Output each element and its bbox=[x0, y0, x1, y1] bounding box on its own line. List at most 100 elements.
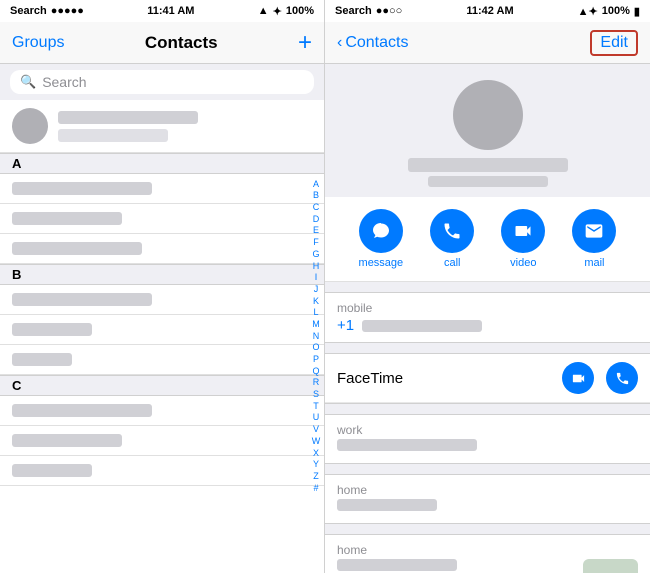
alpha-g[interactable]: G bbox=[310, 249, 322, 261]
alpha-c[interactable]: C bbox=[310, 202, 322, 214]
chevron-left-icon: ‹ bbox=[337, 34, 342, 52]
call-action[interactable]: call bbox=[430, 209, 474, 269]
home-email-row[interactable]: home bbox=[325, 475, 650, 523]
list-item[interactable] bbox=[0, 204, 324, 234]
alpha-hash[interactable]: # bbox=[310, 483, 322, 495]
video-icon bbox=[513, 221, 533, 241]
alpha-t[interactable]: T bbox=[310, 401, 322, 413]
mobile-value-row: +1 bbox=[337, 317, 638, 334]
mobile-row[interactable]: mobile +1 bbox=[325, 293, 650, 342]
list-item[interactable] bbox=[0, 426, 324, 456]
mail-icon-circle bbox=[572, 209, 616, 253]
alphabet-index[interactable]: A B C D E F G H I J K L M N O P Q R S T … bbox=[310, 100, 322, 573]
alpha-d[interactable]: D bbox=[310, 214, 322, 226]
contacts-list[interactable]: A B bbox=[0, 100, 324, 573]
work-value-blurred bbox=[337, 439, 477, 451]
alpha-a[interactable]: A bbox=[310, 179, 322, 191]
add-contact-button[interactable]: + bbox=[298, 31, 312, 55]
back-label: Contacts bbox=[345, 34, 408, 52]
video-icon-circle bbox=[501, 209, 545, 253]
contact-name-bar bbox=[12, 434, 122, 447]
search-input-wrap[interactable]: 🔍 Search bbox=[10, 70, 314, 94]
list-item[interactable] bbox=[0, 234, 324, 264]
list-item[interactable] bbox=[0, 456, 324, 486]
list-item[interactable] bbox=[0, 174, 324, 204]
contact-info bbox=[12, 182, 312, 195]
call-label: call bbox=[444, 257, 461, 269]
alpha-h[interactable]: H bbox=[310, 261, 322, 273]
alpha-j[interactable]: J bbox=[310, 284, 322, 296]
work-row[interactable]: work bbox=[325, 415, 650, 463]
home-address-info bbox=[337, 559, 573, 573]
alpha-x[interactable]: X bbox=[310, 448, 322, 460]
facetime-phone-button[interactable] bbox=[606, 362, 638, 394]
mail-icon bbox=[584, 221, 604, 241]
alpha-q[interactable]: Q bbox=[310, 366, 322, 378]
alpha-u[interactable]: U bbox=[310, 412, 322, 424]
work-section: work bbox=[325, 414, 650, 464]
groups-button[interactable]: Groups bbox=[12, 34, 64, 52]
alpha-n[interactable]: N bbox=[310, 331, 322, 343]
contact-info bbox=[12, 323, 312, 336]
mail-action[interactable]: mail bbox=[572, 209, 616, 269]
map-thumbnail[interactable] bbox=[583, 559, 638, 573]
facetime-label: FaceTime bbox=[337, 370, 403, 387]
back-button[interactable]: ‹ Contacts bbox=[337, 34, 408, 52]
signal-dots: ●●●●● bbox=[51, 5, 84, 17]
contact-info bbox=[12, 404, 312, 417]
home-email-label: home bbox=[337, 483, 638, 497]
mobile-value: +1 bbox=[337, 317, 354, 334]
search-placeholder: Search bbox=[42, 74, 86, 90]
contact-name-bar bbox=[12, 464, 92, 477]
alpha-l[interactable]: L bbox=[310, 307, 322, 319]
contact-name-bar bbox=[58, 111, 198, 124]
battery-label: 100% bbox=[286, 5, 314, 17]
list-item[interactable] bbox=[0, 100, 324, 153]
alpha-o[interactable]: O bbox=[310, 342, 322, 354]
list-item[interactable] bbox=[0, 285, 324, 315]
contact-sub-bar bbox=[58, 129, 168, 142]
edit-button[interactable]: Edit bbox=[590, 30, 638, 56]
contact-name-bar bbox=[12, 242, 142, 255]
home-address-label: home bbox=[337, 543, 638, 557]
contacts-nav-bar: Groups Contacts + bbox=[0, 22, 324, 64]
alpha-z[interactable]: Z bbox=[310, 471, 322, 483]
alpha-p[interactable]: P bbox=[310, 354, 322, 366]
alpha-y[interactable]: Y bbox=[310, 459, 322, 471]
message-icon-circle bbox=[359, 209, 403, 253]
facetime-row[interactable]: FaceTime bbox=[325, 354, 650, 403]
contact-name-bar bbox=[12, 323, 92, 336]
alpha-r[interactable]: R bbox=[310, 377, 322, 389]
home-email-section: home bbox=[325, 474, 650, 524]
time-right: 11:42 AM bbox=[466, 5, 513, 17]
alpha-b[interactable]: B bbox=[310, 190, 322, 202]
contact-detail-panel: Search ●●○○ 11:42 AM ▲✦ 100% ▮ ‹ Contact… bbox=[325, 0, 650, 573]
home-address-section: home bbox=[325, 534, 650, 573]
alpha-s[interactable]: S bbox=[310, 389, 322, 401]
alpha-m[interactable]: M bbox=[310, 319, 322, 331]
alpha-k[interactable]: K bbox=[310, 296, 322, 308]
status-bar-right: Search ●●○○ 11:42 AM ▲✦ 100% ▮ bbox=[325, 0, 650, 22]
home-address-row[interactable]: home bbox=[325, 535, 650, 573]
alpha-v[interactable]: V bbox=[310, 424, 322, 436]
alpha-i[interactable]: I bbox=[310, 272, 322, 284]
address-line1 bbox=[337, 559, 457, 571]
facetime-icons bbox=[562, 362, 638, 394]
facetime-section: FaceTime bbox=[325, 353, 650, 404]
alpha-w[interactable]: W bbox=[310, 436, 322, 448]
contact-header bbox=[325, 64, 650, 197]
alpha-e[interactable]: E bbox=[310, 225, 322, 237]
list-item[interactable] bbox=[0, 396, 324, 426]
mail-label: mail bbox=[584, 257, 604, 269]
contact-info bbox=[12, 293, 312, 306]
facetime-phone-icon bbox=[615, 371, 630, 386]
message-icon bbox=[371, 221, 391, 241]
alpha-f[interactable]: F bbox=[310, 237, 322, 249]
list-item[interactable] bbox=[0, 345, 324, 375]
list-item[interactable] bbox=[0, 315, 324, 345]
contact-name-bar bbox=[12, 293, 152, 306]
message-action[interactable]: message bbox=[359, 209, 404, 269]
facetime-video-button[interactable] bbox=[562, 362, 594, 394]
video-action[interactable]: video bbox=[501, 209, 545, 269]
mobile-label: mobile bbox=[337, 301, 638, 315]
